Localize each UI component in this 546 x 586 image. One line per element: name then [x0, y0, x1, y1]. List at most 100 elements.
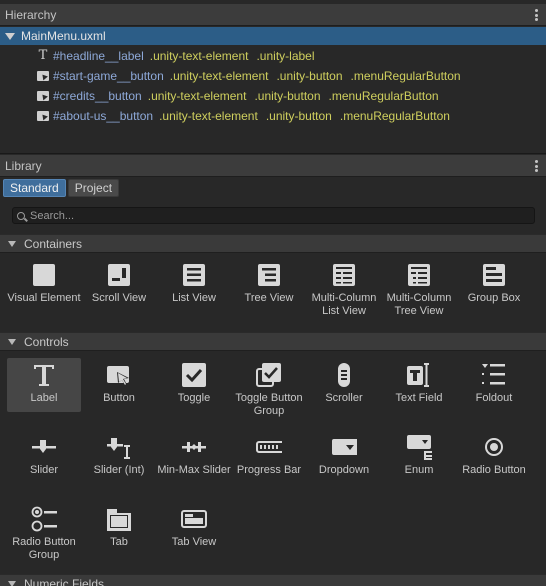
category-controls[interactable]: Controls: [0, 332, 546, 351]
button-type-icon: [37, 90, 49, 102]
hierarchy-tree: MainMenu.uxml T #headline__label .unity-te…: [0, 26, 546, 154]
library-item-toggle[interactable]: Toggle: [157, 362, 231, 405]
hierarchy-root-label: MainMenu.uxml: [21, 29, 106, 43]
library-item-text-field[interactable]: Text Field: [382, 362, 456, 405]
library-item-toggle-button-group[interactable]: Toggle Button Group: [232, 362, 306, 418]
hierarchy-item-class: .unity-text-element: [149, 49, 249, 63]
expand-arrow-icon[interactable]: [5, 32, 15, 40]
visual-element-icon: [31, 262, 57, 288]
hierarchy-item[interactable]: #start-game__button .unity-text-element .u…: [37, 67, 469, 85]
hierarchy-item-name: #credits__button: [53, 89, 142, 103]
library-item-slider[interactable]: Slider: [7, 434, 81, 477]
library-tabs: Standard Project: [3, 179, 120, 197]
hierarchy-item[interactable]: #credits__button .unity-text-element .unit…: [37, 87, 447, 105]
library-item-label[interactable]: Label: [7, 358, 81, 412]
library-item-min-max-slider[interactable]: Min-Max Slider: [157, 434, 231, 477]
hierarchy-item-class: .unity-text-element: [159, 109, 258, 123]
library-item-label: Multi-Column Tree View: [386, 292, 452, 317]
library-item-scroll-view[interactable]: Scroll View: [82, 262, 156, 305]
hierarchy-item-name: #start-game__button: [53, 69, 164, 83]
library-item-label: Tree View: [244, 292, 294, 304]
library-item-radio-button[interactable]: Radio Button: [457, 434, 531, 477]
hierarchy-item-class: .unity-text-element: [147, 89, 247, 103]
label-type-icon: T: [38, 48, 48, 63]
enum-icon: [406, 434, 432, 460]
library-item-label: List View: [172, 292, 216, 304]
toggle-icon: [181, 362, 207, 388]
category-label: Controls: [24, 334, 69, 349]
tab-project[interactable]: Project: [67, 179, 120, 197]
library-item-group-box[interactable]: Group Box: [457, 262, 531, 305]
foldout-arrow-icon: [8, 240, 16, 247]
library-item-label: Progress Bar: [236, 464, 302, 476]
tab-icon: [106, 506, 132, 532]
library-item-label: Visual Element: [7, 292, 81, 304]
library-item-label: Scroll View: [91, 292, 147, 304]
library-item-list-view[interactable]: List View: [157, 262, 231, 305]
dropdown-icon: [331, 434, 357, 460]
hierarchy-item-class: .menuRegularButton: [350, 69, 461, 83]
library-panel-header: Library: [0, 155, 546, 177]
tree-view-icon: [256, 262, 282, 288]
library-search-input[interactable]: Search...: [12, 207, 535, 224]
hierarchy-item-class: .unity-button: [276, 69, 343, 83]
hierarchy-item-class: .unity-label: [256, 49, 315, 63]
library-item-label: Slider (Int): [93, 464, 145, 476]
library-item-visual-element[interactable]: Visual Element: [7, 262, 81, 305]
library-item-dropdown[interactable]: Dropdown: [307, 434, 381, 477]
hierarchy-panel-header: Hierarchy: [0, 4, 546, 26]
multi-column-list-view-icon: [331, 262, 357, 288]
tab-view-icon: [181, 506, 207, 532]
tab-standard[interactable]: Standard: [3, 179, 66, 197]
library-item-label: Radio Button Group: [12, 536, 76, 561]
library-item-label: Slider: [29, 464, 59, 476]
category-numeric-fields[interactable]: Numeric Fields: [0, 574, 546, 586]
library-item-slider-int[interactable]: Slider (Int): [82, 434, 156, 477]
hierarchy-item-name: #headline__label: [53, 49, 144, 63]
library-item-multi-column-tree-view[interactable]: Multi-Column Tree View: [382, 262, 456, 318]
slider-icon: [31, 434, 57, 460]
slider-int-icon: [106, 434, 132, 460]
library-item-tree-view[interactable]: Tree View: [232, 262, 306, 305]
library-item-button[interactable]: Button: [82, 362, 156, 405]
library-item-label: Text Field: [395, 392, 443, 404]
library-item-label: Tab View: [171, 536, 217, 548]
hierarchy-item-name: #about-us__button: [53, 109, 154, 123]
library-item-label: Tab: [110, 536, 128, 548]
search-icon: [17, 211, 25, 220]
library-item-multi-column-list-view[interactable]: Multi-Column List View: [307, 262, 381, 318]
button-icon: [106, 362, 132, 388]
library-item-label: Min-Max Slider: [157, 464, 231, 476]
library-item-label: Radio Button: [462, 464, 526, 476]
label-icon: [31, 362, 57, 388]
library-item-enum[interactable]: Enum: [382, 434, 456, 477]
library-item-label: Group Box: [467, 292, 521, 304]
library-item-label: Button: [103, 392, 135, 404]
library-item-progress-bar[interactable]: Progress Bar: [232, 434, 306, 477]
library-item-tab-view[interactable]: Tab View: [157, 506, 231, 549]
foldout-arrow-icon: [8, 580, 16, 586]
hierarchy-root-item[interactable]: MainMenu.uxml: [0, 27, 546, 45]
group-box-icon: [481, 262, 507, 288]
library-title: Library: [5, 158, 42, 173]
library-item-scroller[interactable]: Scroller: [307, 362, 381, 405]
foldout-arrow-icon: [8, 338, 16, 345]
library-item-label: Foldout: [475, 392, 513, 404]
hierarchy-item[interactable]: #about-us__button .unity-text-element .uni…: [37, 107, 458, 125]
category-containers[interactable]: Containers: [0, 234, 546, 253]
category-label: Containers: [24, 236, 83, 251]
hierarchy-item-class: .unity-button: [254, 89, 321, 103]
library-item-label: Toggle Button Group: [235, 392, 303, 417]
library-item-foldout[interactable]: Foldout: [457, 362, 531, 405]
library-item-radio-button-group[interactable]: Radio Button Group: [7, 506, 81, 562]
library-item-tab[interactable]: Tab: [82, 506, 156, 549]
library-item-label: Dropdown: [318, 464, 370, 476]
hierarchy-menu-icon[interactable]: [535, 9, 538, 21]
min-max-slider-icon: [181, 434, 207, 460]
scroller-icon: [331, 362, 357, 388]
foldout-icon: [481, 362, 507, 388]
button-type-icon: [37, 70, 49, 82]
hierarchy-item[interactable]: T #headline__label .unity-text-element .uni…: [37, 47, 323, 65]
progress-bar-icon: [256, 434, 282, 460]
library-menu-icon[interactable]: [535, 160, 538, 172]
